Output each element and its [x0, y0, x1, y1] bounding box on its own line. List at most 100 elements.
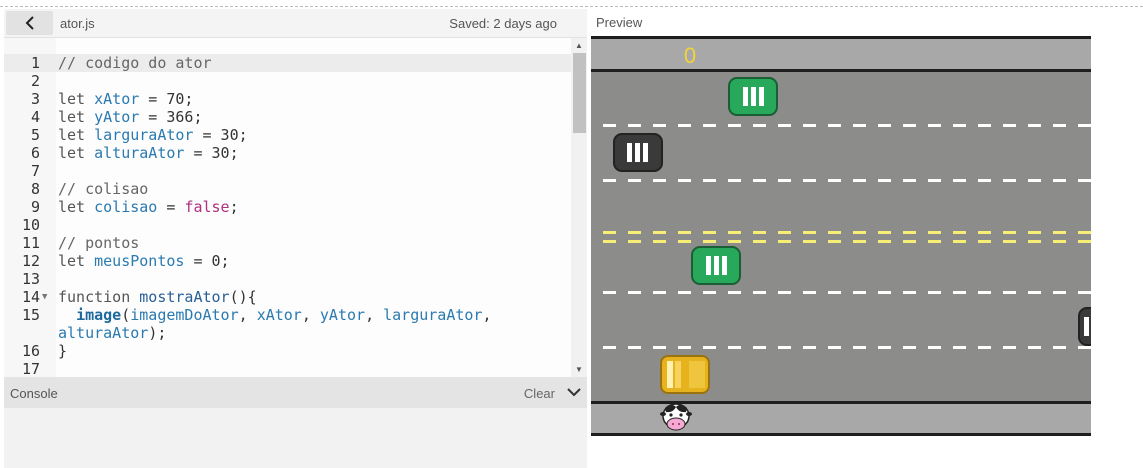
- center-dash: [928, 240, 941, 243]
- lane-dash: [803, 124, 816, 127]
- lane-dash: [978, 346, 991, 349]
- console-output[interactable]: [4, 408, 587, 468]
- lane-dash: [1028, 124, 1041, 127]
- code-line[interactable]: 10: [4, 216, 571, 234]
- editor-scrollbar[interactable]: ▲ ▼: [571, 38, 587, 377]
- center-dash: [1078, 240, 1091, 243]
- lane-dash: [878, 346, 891, 349]
- code-line[interactable]: 8 // colisao: [4, 180, 571, 198]
- code-line[interactable]: 12 let meusPontos = 0;: [4, 252, 571, 270]
- code-line[interactable]: 14 ▼ function mostraAtor(){: [4, 288, 571, 306]
- code-line[interactable]: 5 let larguraAtor = 30;: [4, 126, 571, 144]
- code-editor[interactable]: 1 // codigo do ator 2 3 let xAtor = 70; 4 let …: [4, 38, 587, 377]
- lane-dash: [703, 291, 716, 294]
- top-sidewalk: [591, 36, 1091, 71]
- center-dash: [728, 240, 741, 243]
- code-line[interactable]: [4, 38, 571, 54]
- bottom-border-line: [591, 433, 1091, 436]
- file-name[interactable]: ator.js: [60, 16, 95, 31]
- code-text: // codigo do ator: [58, 54, 212, 72]
- back-button[interactable]: [6, 11, 53, 35]
- line-number: 16: [21, 342, 40, 360]
- center-dash: [753, 240, 766, 243]
- code-text: alturaAtor);: [58, 324, 167, 342]
- lane-dash: [928, 179, 941, 182]
- lane-dash: [753, 346, 766, 349]
- code-line[interactable]: 15 image(imagemDoAtor, xAtor, yAtor, lar…: [4, 306, 571, 324]
- code-line[interactable]: alturaAtor);: [4, 324, 571, 342]
- console-label: Console: [10, 386, 58, 401]
- center-dash: [1003, 231, 1016, 234]
- clear-button[interactable]: Clear: [524, 386, 555, 401]
- lane-dash: [803, 179, 816, 182]
- lane-dash: [778, 346, 791, 349]
- lane-dash: [978, 179, 991, 182]
- code-line[interactable]: 1 // codigo do ator: [4, 54, 571, 72]
- center-dash: [678, 231, 691, 234]
- code-text: let larguraAtor = 30;: [58, 126, 248, 144]
- lane-dash: [628, 346, 641, 349]
- code-line[interactable]: 9 let colisao = false;: [4, 198, 571, 216]
- line-number: 4: [30, 108, 40, 126]
- code-line[interactable]: 16}: [4, 342, 571, 360]
- line-number: 15: [21, 306, 40, 324]
- line-number: 1: [30, 54, 40, 72]
- lane-dash: [603, 291, 616, 294]
- lane-dash: [678, 291, 691, 294]
- lane-dash: [653, 346, 666, 349]
- center-dash: [603, 240, 616, 243]
- code-line[interactable]: 6 let alturaAtor = 30;: [4, 144, 571, 162]
- center-dash: [978, 231, 991, 234]
- center-dash: [853, 240, 866, 243]
- lane-dash: [953, 179, 966, 182]
- lane-dash: [828, 179, 841, 182]
- code-text: let meusPontos = 0;: [58, 252, 230, 270]
- game-canvas[interactable]: 0: [591, 36, 1091, 436]
- scroll-down-icon[interactable]: ▼: [575, 365, 583, 374]
- center-dash: [903, 231, 916, 234]
- lane-dash: [703, 346, 716, 349]
- editor-pane: ator.js Saved: 2 days ago 1 // codigo do …: [4, 9, 587, 468]
- lane-dash: [628, 291, 641, 294]
- lane-dash: [778, 291, 791, 294]
- code-line[interactable]: 11 // pontos: [4, 234, 571, 252]
- center-dash: [628, 240, 641, 243]
- center-dash: [1078, 231, 1091, 234]
- code-line[interactable]: 7: [4, 162, 571, 180]
- road-bottom-edge: [591, 401, 1091, 404]
- center-dash: [853, 231, 866, 234]
- line-number: 14: [21, 288, 40, 306]
- center-dash: [603, 231, 616, 234]
- code-line[interactable]: 3 let xAtor = 70;: [4, 90, 571, 108]
- code-line[interactable]: 2: [4, 72, 571, 90]
- line-number: 9: [30, 198, 40, 216]
- line-number: 5: [30, 126, 40, 144]
- lane-dash: [828, 291, 841, 294]
- line-number: 10: [21, 216, 40, 234]
- code-line[interactable]: 13: [4, 270, 571, 288]
- scroll-thumb[interactable]: [573, 53, 586, 133]
- scroll-up-icon[interactable]: ▲: [575, 41, 583, 50]
- code-text: image(imagemDoAtor, xAtor, yAtor, largur…: [76, 306, 492, 324]
- lane-dash: [1028, 291, 1041, 294]
- lane-dash: [1053, 291, 1066, 294]
- center-dash: [903, 240, 916, 243]
- code-line[interactable]: 4 let yAtor = 366;: [4, 108, 571, 126]
- lane-dash: [828, 346, 841, 349]
- console-toggle-button[interactable]: [567, 384, 581, 402]
- center-dash: [1053, 240, 1066, 243]
- fold-arrow-icon[interactable]: ▼: [42, 288, 47, 306]
- lane-dash: [628, 179, 641, 182]
- line-number: 17: [21, 360, 40, 377]
- center-dash: [1028, 240, 1041, 243]
- lane-dash: [753, 124, 766, 127]
- center-dash: [778, 240, 791, 243]
- center-dash: [728, 231, 741, 234]
- car-green-1: [728, 77, 778, 116]
- center-dash: [953, 231, 966, 234]
- center-dash: [678, 240, 691, 243]
- code-line[interactable]: 17: [4, 360, 571, 377]
- lane-dash: [953, 124, 966, 127]
- lane-dash: [653, 179, 666, 182]
- code-text: let xAtor = 70;: [58, 90, 194, 108]
